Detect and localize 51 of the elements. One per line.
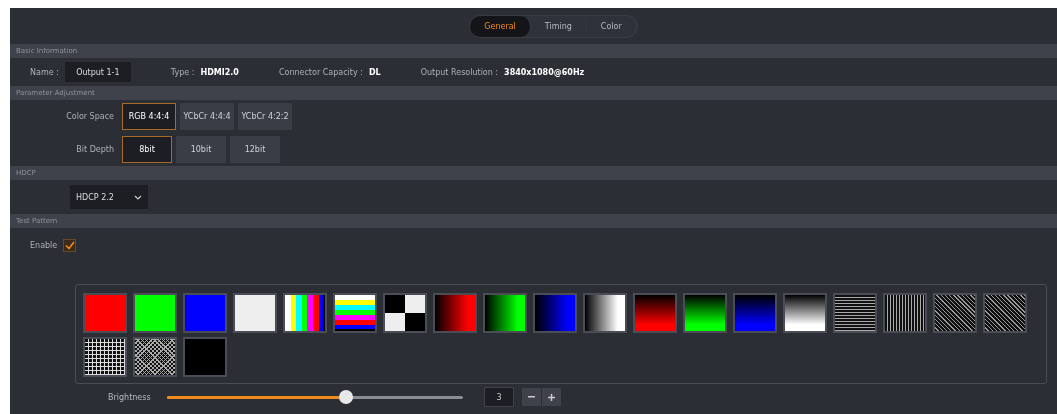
test-pattern-swatch[interactable] xyxy=(83,337,127,377)
plus-icon xyxy=(548,393,555,401)
minus-icon xyxy=(528,396,535,398)
test-pattern-swatch[interactable] xyxy=(283,293,327,333)
bit-depth-option[interactable]: 8bit xyxy=(122,136,172,163)
decrement-button[interactable] xyxy=(522,388,542,406)
test-pattern-swatch[interactable] xyxy=(233,293,277,333)
enable-checkbox[interactable] xyxy=(63,238,77,252)
tab[interactable]: Color xyxy=(586,15,637,37)
test-pattern-swatch[interactable] xyxy=(933,293,977,333)
test-pattern-swatch[interactable] xyxy=(833,293,877,333)
increment-button[interactable] xyxy=(542,388,562,406)
color-space-option[interactable]: YCbCr 4:2:2 xyxy=(238,103,292,130)
color-space-label: Color Space xyxy=(65,112,114,121)
test-pattern-swatch[interactable] xyxy=(183,293,227,333)
tab[interactable]: Timing xyxy=(530,15,587,37)
capacity-value: DL xyxy=(368,67,381,77)
chevron-down-icon xyxy=(134,194,142,200)
color-space-option[interactable]: YCbCr 4:4:4 xyxy=(180,103,234,130)
test-pattern-swatch[interactable] xyxy=(383,293,427,333)
brightness-label: Brightness xyxy=(108,392,152,402)
type-value: HDMI2.0 xyxy=(200,67,239,77)
bit-depth-label: Bit Depth xyxy=(75,145,114,154)
test-pattern-swatch[interactable] xyxy=(333,293,377,333)
type-label: Type : xyxy=(170,67,195,77)
test-pattern-swatch[interactable] xyxy=(133,293,177,333)
enable-label: Enable xyxy=(30,240,58,250)
bit-depth-option[interactable]: 12bit xyxy=(230,136,280,163)
resolution-value: 3840x1080@60Hz xyxy=(504,67,585,77)
test-pattern-swatch[interactable] xyxy=(183,337,227,377)
test-pattern-swatch[interactable] xyxy=(783,293,827,333)
test-pattern-swatch[interactable] xyxy=(83,293,127,333)
test-pattern-swatch[interactable] xyxy=(483,293,527,333)
bit-depth-option[interactable]: 10bit xyxy=(176,136,226,163)
brightness-field[interactable]: 3 xyxy=(484,387,514,407)
name-field[interactable]: Output 1-1 xyxy=(64,62,131,82)
test-pattern-swatch[interactable] xyxy=(433,293,477,333)
color-space-option[interactable]: RGB 4:4:4 xyxy=(122,103,176,130)
test-pattern-swatch[interactable] xyxy=(133,337,177,377)
test-pattern-swatch[interactable] xyxy=(883,293,927,333)
resolution-label: Output Resolution : xyxy=(420,67,499,77)
test-pattern-swatch[interactable] xyxy=(533,293,577,333)
capacity-label: Connector Capacity : xyxy=(278,67,363,77)
name-label: Name : xyxy=(30,67,59,77)
test-pattern-swatch[interactable] xyxy=(733,293,777,333)
test-pattern-swatch[interactable] xyxy=(583,293,627,333)
test-pattern-swatch[interactable] xyxy=(983,293,1027,333)
tab[interactable]: General xyxy=(470,15,531,37)
hdcp-dropdown[interactable]: HDCP 2.2 xyxy=(70,185,148,209)
test-pattern-swatch[interactable] xyxy=(633,293,677,333)
test-pattern-swatch[interactable] xyxy=(683,293,727,333)
